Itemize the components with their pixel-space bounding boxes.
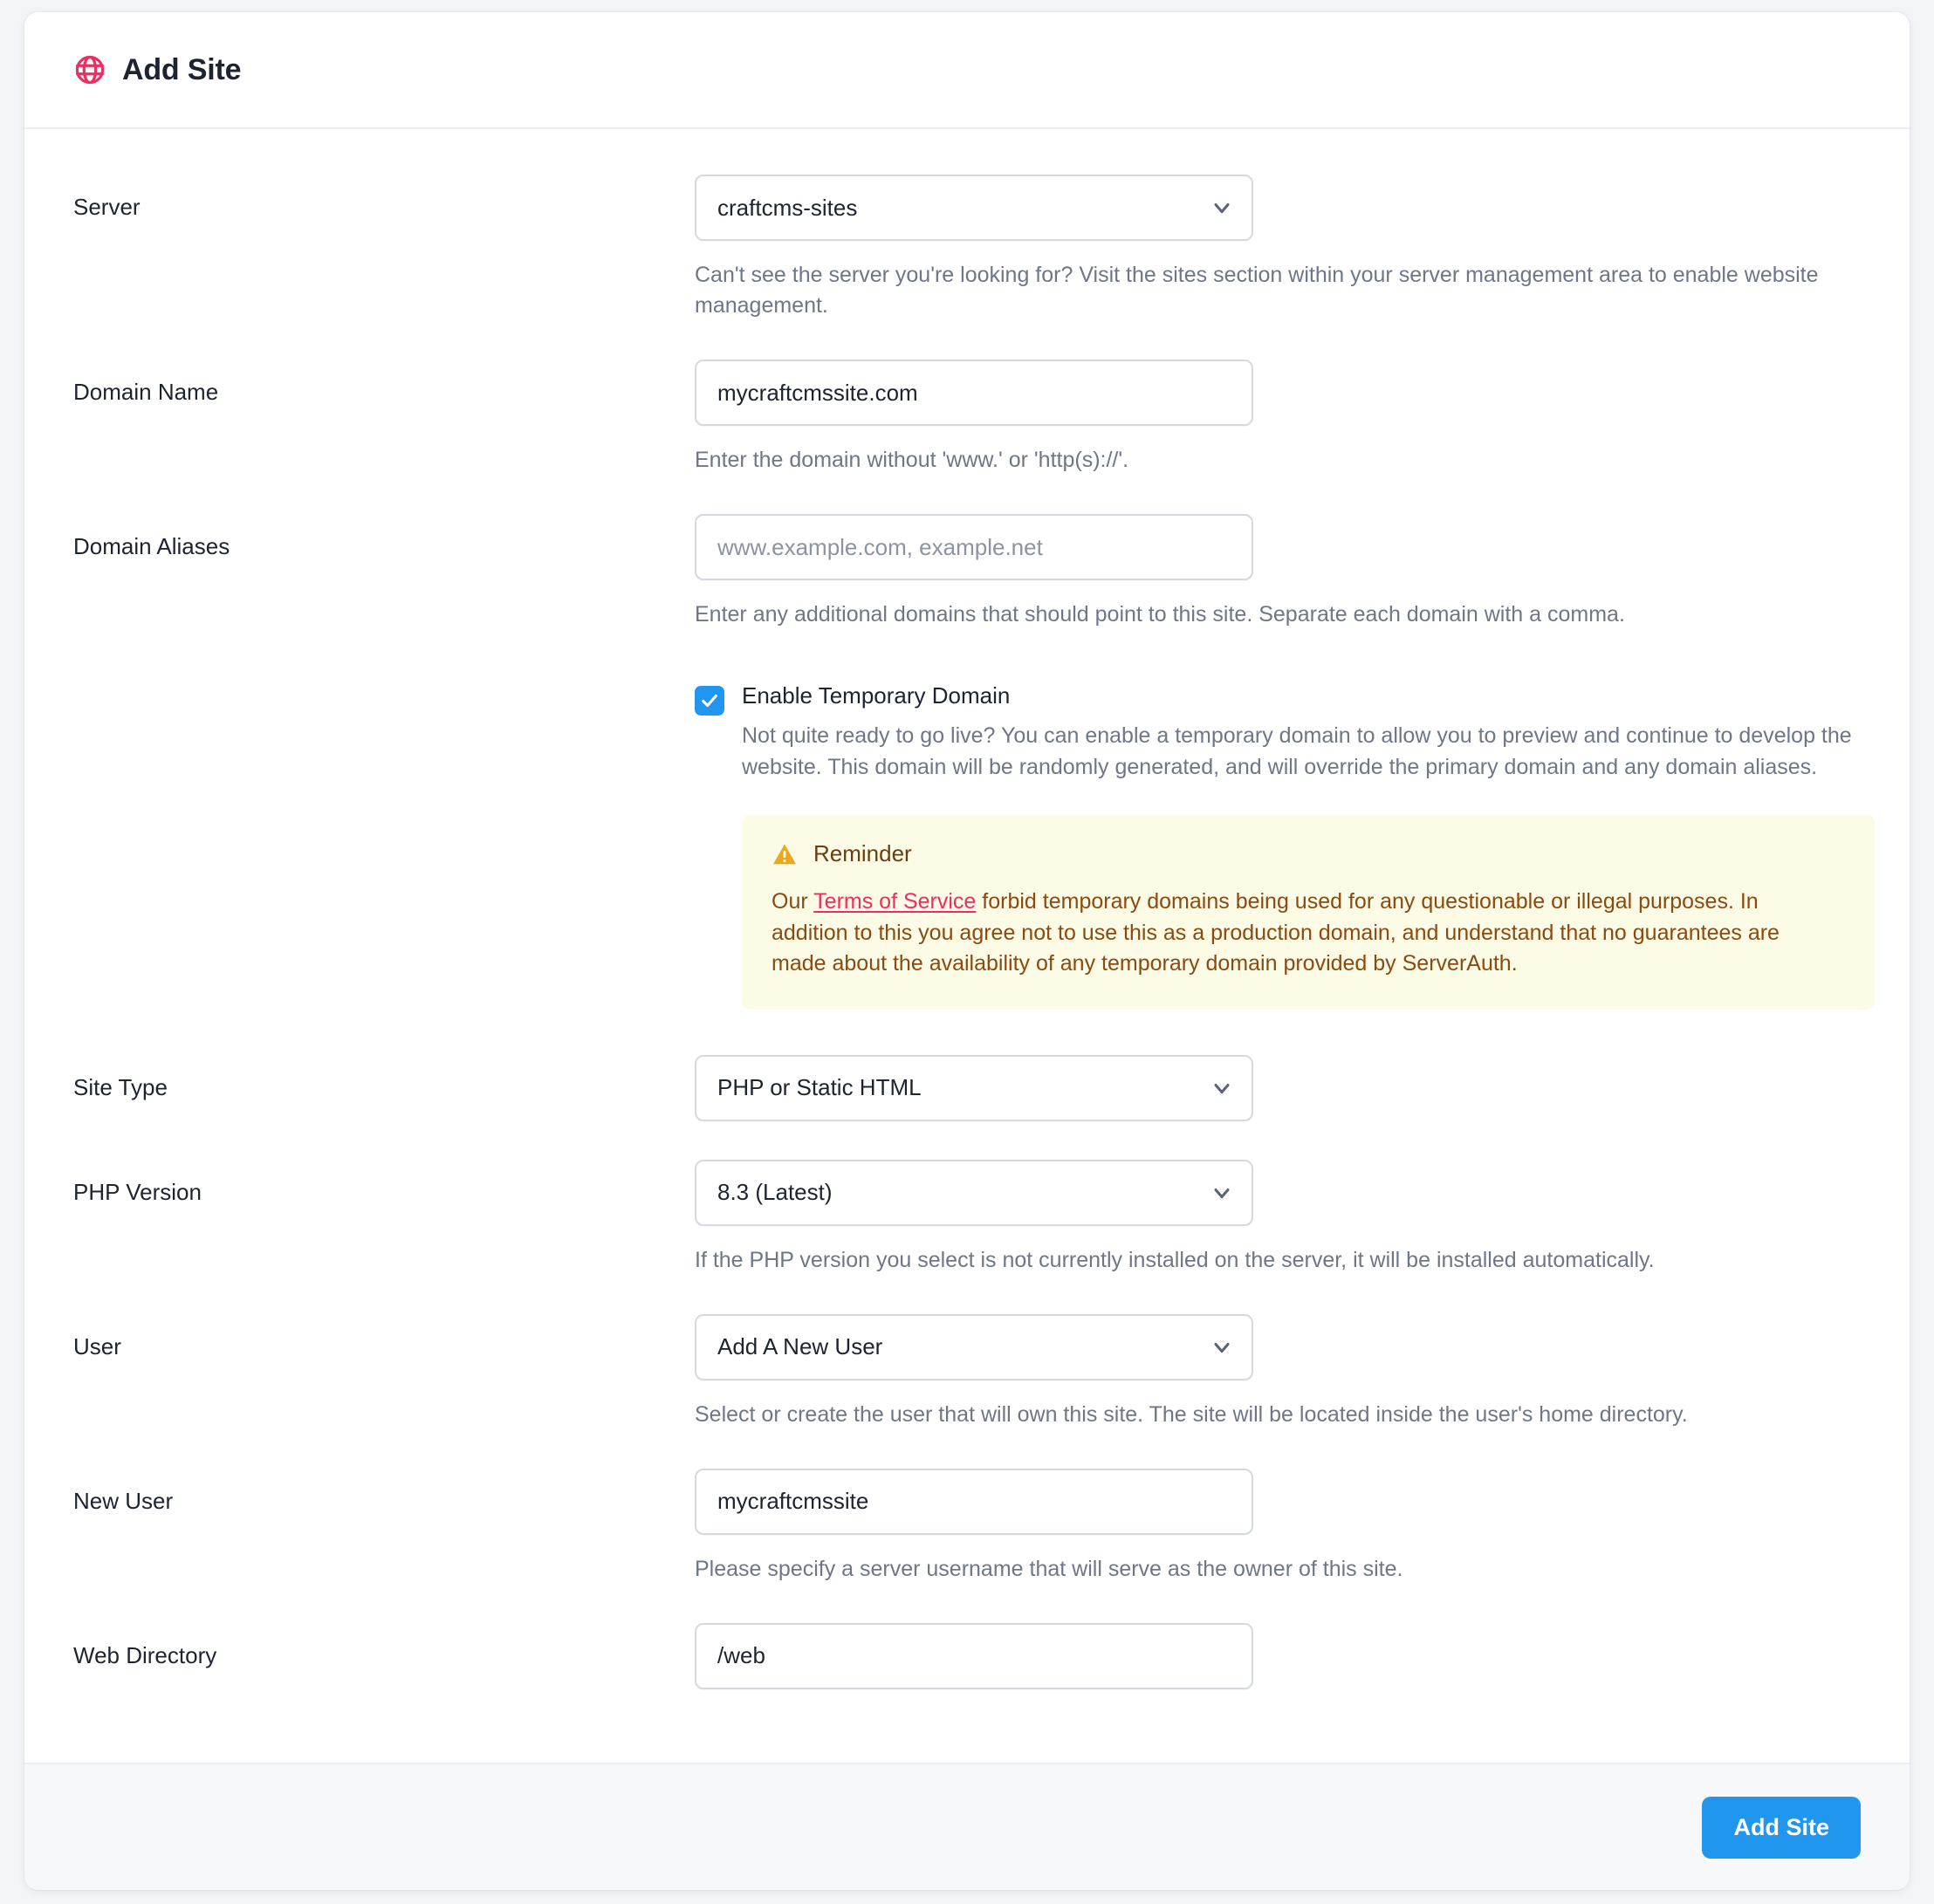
card-footer: Add Site [24,1763,1910,1890]
label-user: User [73,1332,121,1360]
control-php-version: 8.3 (Latest) If the PHP version you sele… [695,1159,1861,1276]
chevron-down-icon [1214,202,1230,214]
chevron-down-icon [1214,1083,1230,1093]
field-site-type: Site Type PHP or Static HTML [73,1054,1861,1121]
field-server: Server craftcms-sites Can't see the serv… [73,175,1861,321]
reminder-text-before: Our [772,889,814,914]
control-new-user: mycraftcmssite Please specify a server u… [695,1468,1861,1585]
label-new-user: New User [73,1487,174,1514]
php-version-select[interactable]: 8.3 (Latest) [695,1159,1253,1226]
domain-aliases-input[interactable]: www.example.com, example.net [695,514,1253,580]
site-type-select-value: PHP or Static HTML [717,1074,922,1100]
domain-name-value: mycraftcmssite.com [717,379,918,406]
field-user: User Add A New User Select or create the… [73,1313,1861,1430]
chevron-down-icon [1214,1342,1230,1353]
label-domain-name: Domain Name [73,379,219,405]
reminder-callout: Reminder Our Terms of Service forbid tem… [742,814,1875,1010]
help-user: Select or create the user that will own … [695,1401,1688,1427]
add-site-button[interactable]: Add Site [1702,1796,1861,1859]
user-select-value: Add A New User [717,1333,883,1360]
user-select[interactable]: Add A New User [695,1313,1253,1380]
help-server: Can't see the server you're looking for?… [695,263,1819,318]
chevron-down-icon [1214,1188,1230,1198]
new-user-input[interactable]: mycraftcmssite [695,1468,1253,1535]
field-domain-aliases: Domain Aliases www.example.com, example.… [73,514,1875,1010]
enable-temporary-domain-description: Not quite ready to go live? You can enab… [742,723,1852,779]
server-select[interactable]: craftcms-sites [695,175,1253,241]
terms-of-service-link[interactable]: Terms of Service [813,889,976,914]
label-php-version: PHP Version [73,1178,202,1205]
enable-temporary-domain-text: Enable Temporary Domain Not quite ready … [742,681,1861,783]
enable-temporary-domain-checkbox[interactable] [695,686,724,716]
domain-aliases-placeholder: www.example.com, example.net [717,533,1043,560]
card-body: Server craftcms-sites Can't see the serv… [24,129,1910,1763]
new-user-value: mycraftcmssite [717,1488,869,1514]
field-enable-temporary-domain: Enable Temporary Domain Not quite ready … [695,681,1861,783]
control-domain-name: mycraftcmssite.com Enter the domain with… [695,360,1861,476]
field-php-version: PHP Version 8.3 (Latest) If the PHP vers… [73,1159,1861,1276]
control-domain-aliases: www.example.com, example.net Enter any a… [695,514,1875,1010]
control-site-type: PHP or Static HTML [695,1054,1861,1121]
page-title: Add Site [122,52,242,86]
php-version-select-value: 8.3 (Latest) [717,1179,833,1205]
enable-temporary-domain-label: Enable Temporary Domain [742,682,1011,709]
web-directory-value: /web [717,1642,765,1668]
reminder-title: Reminder [813,840,912,866]
control-server: craftcms-sites Can't see the server you'… [695,175,1861,321]
server-select-value: craftcms-sites [717,194,858,221]
web-directory-input[interactable]: /web [695,1622,1253,1689]
control-web-directory: /web [695,1622,1861,1689]
help-php-version: If the PHP version you select is not cur… [695,1247,1655,1272]
label-web-directory: Web Directory [73,1641,217,1668]
reminder-header: Reminder [772,840,1845,867]
help-domain-name: Enter the domain without 'www.' or 'http… [695,448,1129,472]
check-icon [702,694,717,708]
card-header: Add Site [24,12,1910,129]
domain-name-input[interactable]: mycraftcmssite.com [695,360,1253,426]
reminder-body: Our Terms of Service forbid temporary do… [772,887,1836,980]
help-domain-aliases: Enter any additional domains that should… [695,602,1625,627]
help-new-user: Please specify a server username that wi… [695,1556,1403,1581]
field-web-directory: Web Directory /web [73,1622,1861,1689]
field-domain-name: Domain Name mycraftcmssite.com Enter the… [73,360,1861,476]
field-new-user: New User mycraftcmssite Please specify a… [73,1468,1861,1585]
label-site-type: Site Type [73,1073,168,1100]
warning-triangle-icon [773,844,796,864]
label-server: Server [73,194,141,220]
label-domain-aliases: Domain Aliases [73,533,230,559]
add-site-card: Add Site Server craftcms-sites Can't see… [24,12,1910,1890]
globe-icon [73,53,122,86]
site-type-select[interactable]: PHP or Static HTML [695,1054,1253,1121]
control-user: Add A New User Select or create the user… [695,1313,1861,1430]
